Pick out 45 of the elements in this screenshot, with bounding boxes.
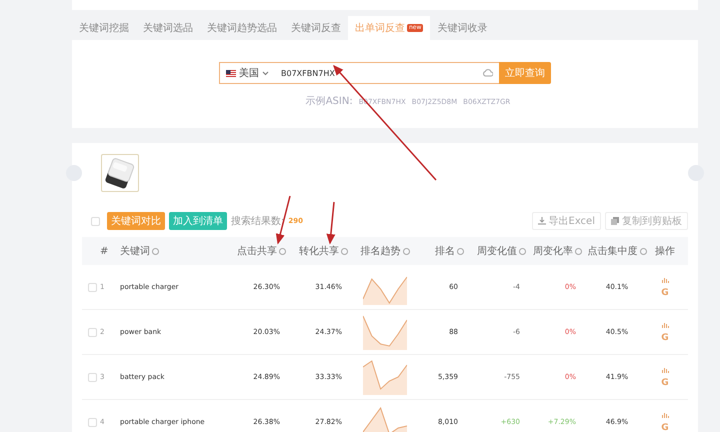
checkbox[interactable] (88, 372, 97, 382)
tab[interactable]: 关键词收录 (430, 16, 494, 40)
column-header: 周变化值 (477, 244, 517, 258)
column-header: 操作 (655, 245, 675, 258)
search-field[interactable]: 美国 B07XFBN7HX (219, 62, 499, 84)
column-header: 排名 (435, 244, 455, 258)
google-link[interactable]: G (661, 288, 669, 298)
country-select[interactable]: 美国 (226, 66, 269, 80)
google-link[interactable]: G (661, 378, 669, 388)
column-header: # (100, 246, 108, 256)
bar-chart-icon[interactable] (662, 276, 668, 282)
add-to-list-button[interactable]: 加入到清单 (169, 212, 227, 230)
checkbox[interactable] (88, 328, 97, 336)
copy-button[interactable]: 复制到剪贴板 (605, 212, 688, 230)
tab[interactable]: 关键词选品 (136, 16, 200, 40)
google-link[interactable]: G (661, 424, 669, 432)
checkbox[interactable] (88, 282, 97, 292)
annotation-arrow (326, 202, 336, 244)
column-header: 点击共享 (237, 244, 277, 258)
checkbox[interactable] (91, 216, 100, 226)
download-icon (538, 217, 546, 225)
examples-label: 示例ASIN: (306, 96, 353, 109)
sparkline (363, 314, 407, 350)
bar-chart-icon[interactable] (662, 366, 668, 372)
tab[interactable]: 关键词趋势选品 (200, 16, 284, 40)
cloud-icon (483, 69, 493, 77)
bar-chart-icon[interactable] (662, 412, 668, 418)
column-header: 关键词 (120, 244, 150, 258)
caret-icon (262, 70, 269, 76)
compare-button[interactable]: 关键词对比 (107, 212, 165, 230)
checkbox[interactable] (88, 418, 97, 426)
sparkline (363, 404, 407, 432)
copy-icon (611, 217, 619, 225)
tab[interactable]: 关键词挖掘 (72, 16, 136, 40)
bar-chart-icon[interactable] (662, 322, 668, 328)
export-button[interactable]: 导出Excel (532, 212, 601, 230)
column-header: 排名趋势 (360, 244, 400, 258)
sparkline (363, 359, 407, 395)
flag-icon (226, 70, 236, 76)
column-header: 周变化率 (533, 244, 573, 258)
column-header: 点击集中度 (588, 244, 638, 258)
column-header: 转化共享 (299, 244, 339, 258)
tab[interactable]: 关键词反查 (284, 16, 348, 40)
search-button[interactable]: 立即查询 (499, 62, 551, 84)
google-link[interactable]: G (661, 334, 669, 342)
